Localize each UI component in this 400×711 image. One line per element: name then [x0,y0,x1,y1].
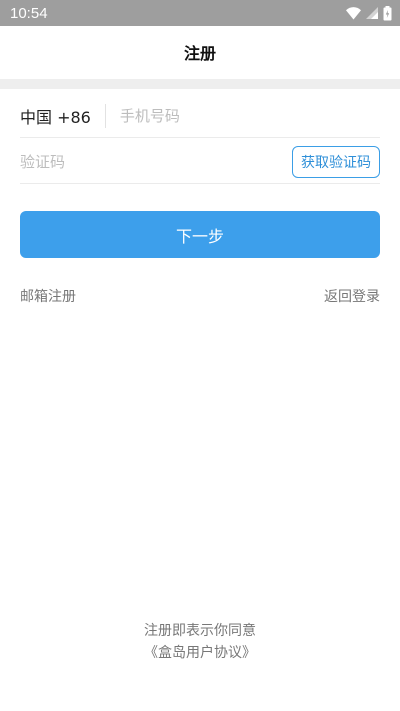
status-bar: 10:54 [0,0,400,26]
page-title: 注册 [183,44,216,63]
consent-text: 注册即表示你同意 [144,623,256,639]
battery-icon [383,5,392,21]
email-register-link[interactable]: 邮箱注册 [20,286,76,306]
country-code-selector[interactable]: 中国 +86 [20,104,91,128]
verification-code-input[interactable] [20,140,292,183]
status-time: 10:54 [10,4,48,22]
title-bar: 注册 [0,26,400,78]
phone-row: 中国 +86 [20,94,380,138]
phone-input[interactable] [119,94,380,137]
field-separator [104,103,106,128]
back-to-login-link[interactable]: 返回登录 [324,286,380,306]
footer: 注册即表示你同意 《盒岛用户协议》 [0,620,400,664]
signal-icon [366,7,378,19]
code-row: 获取验证码 [20,140,380,184]
wifi-icon [346,6,361,20]
link-row: 邮箱注册 返回登录 [20,286,380,306]
header-divider [0,79,400,89]
next-button[interactable]: 下一步 [20,211,380,258]
user-agreement-link[interactable]: 《盒岛用户协议》 [0,642,400,664]
status-icons [346,5,392,21]
get-code-button[interactable]: 获取验证码 [292,145,380,178]
